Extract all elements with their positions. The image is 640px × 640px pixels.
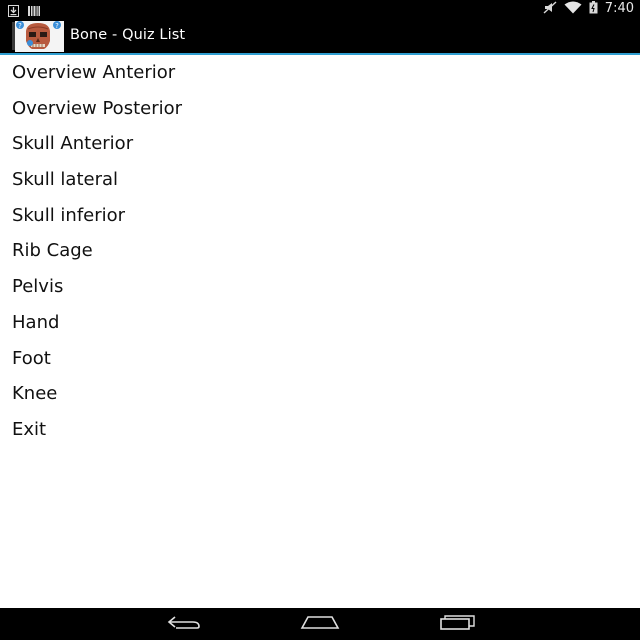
quiz-item-exit[interactable]: Exit — [0, 412, 640, 448]
quiz-list: Overview Anterior Overview Posterior Sku… — [0, 55, 640, 448]
home-icon — [300, 614, 340, 634]
action-bar: ? ? Bone - Quiz List — [0, 17, 640, 55]
mute-icon — [543, 0, 557, 18]
svg-text:?: ? — [55, 22, 59, 30]
status-time: 7:40 — [604, 1, 634, 16]
quiz-item-foot[interactable]: Foot — [0, 341, 640, 377]
quiz-item-overview-posterior[interactable]: Overview Posterior — [0, 91, 640, 127]
back-icon — [166, 614, 202, 634]
quiz-item-hand[interactable]: Hand — [0, 305, 640, 341]
quiz-item-knee[interactable]: Knee — [0, 376, 640, 412]
screen: 7:40 ? ? Bone - Quiz List Overview Anter… — [0, 0, 640, 640]
quiz-item-skull-anterior[interactable]: Skull Anterior — [0, 126, 640, 162]
quiz-item-pelvis[interactable]: Pelvis — [0, 269, 640, 305]
back-button[interactable] — [144, 608, 224, 640]
status-bar: 7:40 — [0, 0, 640, 17]
svg-text:?: ? — [18, 22, 22, 30]
app-title: Bone - Quiz List — [70, 27, 186, 43]
recents-icon — [439, 614, 477, 634]
status-right-icons: 7:40 — [543, 0, 634, 17]
home-button[interactable] — [280, 608, 360, 640]
quiz-item-skull-inferior[interactable]: Skull inferior — [0, 198, 640, 234]
app-icon[interactable]: ? ? — [12, 19, 64, 52]
quiz-item-rib-cage[interactable]: Rib Cage — [0, 233, 640, 269]
navigation-bar — [0, 608, 640, 640]
battery-icon — [589, 0, 598, 18]
recents-button[interactable] — [418, 608, 498, 640]
quiz-item-overview-anterior[interactable]: Overview Anterior — [0, 55, 640, 91]
wifi-icon — [564, 0, 582, 18]
quiz-item-skull-lateral[interactable]: Skull lateral — [0, 162, 640, 198]
